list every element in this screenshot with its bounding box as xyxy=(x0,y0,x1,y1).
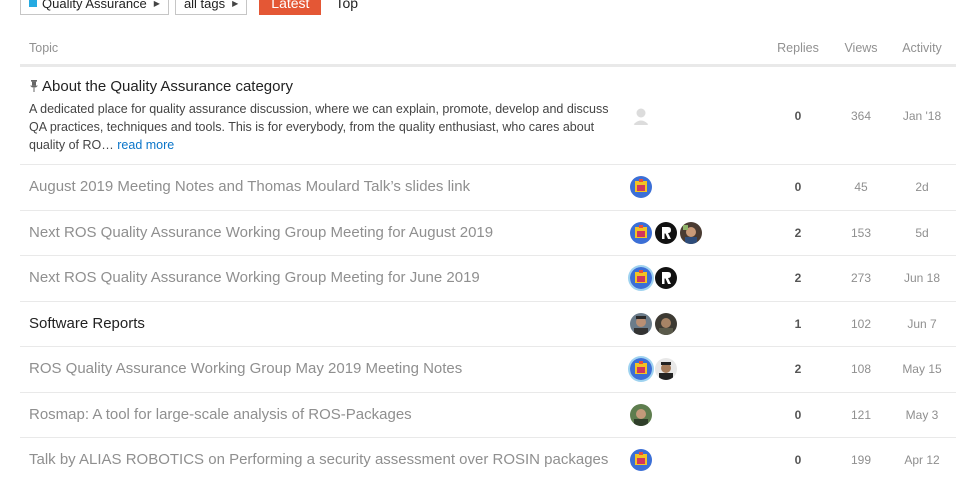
avatar[interactable] xyxy=(630,449,652,472)
caret-right-icon: ▶ xyxy=(232,0,239,8)
avatar[interactable] xyxy=(655,312,677,335)
topic-title-link[interactable]: Talk by ALIAS ROBOTICS on Performing a s… xyxy=(29,451,608,468)
replies-count: 0 xyxy=(794,453,802,468)
activity-date[interactable]: Jun 7 xyxy=(888,317,956,331)
topic-title-link[interactable]: Software Reports xyxy=(29,315,145,332)
posters-cell xyxy=(630,176,762,199)
posters-cell xyxy=(630,104,762,127)
replies-count: 0 xyxy=(794,180,802,195)
replies-count: 2 xyxy=(794,362,802,377)
topic-excerpt: A dedicated place for quality assurance … xyxy=(29,100,609,154)
topic-row: Rosmap: A tool for large-scale analysis … xyxy=(20,393,956,438)
avatar[interactable] xyxy=(630,358,652,381)
topic-cell: Talk by ALIAS ROBOTICS on Performing a s… xyxy=(20,451,630,469)
views-count: 102 xyxy=(850,316,872,331)
posters-cell xyxy=(630,312,762,335)
topic-title-link[interactable]: About the Quality Assurance category xyxy=(29,78,630,95)
avatar[interactable] xyxy=(630,176,652,199)
pin-icon xyxy=(30,80,38,92)
avatar[interactable] xyxy=(655,221,677,244)
activity-date[interactable]: Jun 18 xyxy=(888,271,956,285)
replies-count: 0 xyxy=(794,108,802,123)
topic-row-pinned: About the Quality Assurance category A d… xyxy=(20,67,956,165)
avatar[interactable] xyxy=(630,221,652,244)
posters-cell xyxy=(630,358,762,381)
replies-count: 2 xyxy=(794,271,802,286)
topic-cell: ROS Quality Assurance Working Group May … xyxy=(20,360,630,378)
activity-date[interactable]: May 3 xyxy=(888,408,956,422)
views-count: 121 xyxy=(850,407,872,422)
replies-count: 1 xyxy=(794,316,802,331)
read-more-link[interactable]: read more xyxy=(117,138,174,152)
topic-title-link[interactable]: Rosmap: A tool for large-scale analysis … xyxy=(29,406,412,423)
topic-cell: Next ROS Quality Assurance Working Group… xyxy=(20,269,630,287)
posters-cell xyxy=(630,267,762,290)
avatar[interactable] xyxy=(655,358,677,381)
avatar[interactable] xyxy=(655,267,677,290)
header-topic[interactable]: Topic xyxy=(20,41,630,55)
topic-title-link[interactable]: Next ROS Quality Assurance Working Group… xyxy=(29,224,493,241)
topic-title-link[interactable]: Next ROS Quality Assurance Working Group… xyxy=(29,269,480,286)
topic-row: Software Reports 1 102 Jun 7 xyxy=(20,302,956,347)
topic-cell: Next ROS Quality Assurance Working Group… xyxy=(20,224,630,242)
topic-row: Talk by ALIAS ROBOTICS on Performing a s… xyxy=(20,438,956,480)
views-count: 108 xyxy=(850,362,872,377)
header-replies[interactable]: Replies xyxy=(762,41,834,55)
avatar[interactable] xyxy=(630,312,652,335)
posters-cell xyxy=(630,449,762,472)
header-views[interactable]: Views xyxy=(834,41,888,55)
topic-cell: August 2019 Meeting Notes and Thomas Mou… xyxy=(20,178,630,196)
tab-top[interactable]: Top xyxy=(335,0,358,11)
activity-date[interactable]: May 15 xyxy=(888,362,956,376)
activity-date[interactable]: 2d xyxy=(888,180,956,194)
topic-row: Next ROS Quality Assurance Working Group… xyxy=(20,211,956,256)
category-dropdown-label: Quality Assurance xyxy=(42,0,147,11)
caret-right-icon: ▶ xyxy=(153,0,160,8)
views-count: 45 xyxy=(854,180,868,195)
avatar[interactable] xyxy=(630,267,652,290)
topic-excerpt-text: A dedicated place for quality assurance … xyxy=(29,101,609,152)
topic-row: Next ROS Quality Assurance Working Group… xyxy=(20,256,956,302)
tags-dropdown[interactable]: all tags ▶ xyxy=(174,0,248,15)
topic-cell: About the Quality Assurance category A d… xyxy=(20,78,630,154)
topic-title-link[interactable]: August 2019 Meeting Notes and Thomas Mou… xyxy=(29,178,470,195)
topic-row: ROS Quality Assurance Working Group May … xyxy=(20,347,956,393)
header-activity[interactable]: Activity xyxy=(888,41,956,55)
activity-date[interactable]: Apr 12 xyxy=(888,453,956,467)
activity-date[interactable]: 5d xyxy=(888,226,956,240)
posters-cell xyxy=(630,221,762,244)
topic-cell: Software Reports xyxy=(20,315,630,333)
posters-cell xyxy=(630,403,762,426)
views-count: 273 xyxy=(850,271,872,286)
tags-dropdown-label: all tags xyxy=(183,0,226,11)
category-dropdown[interactable]: Quality Assurance ▶ xyxy=(20,0,169,15)
avatar[interactable] xyxy=(630,403,652,426)
topic-list: Topic Replies Views Activity About the Q… xyxy=(20,32,956,480)
topic-title-link[interactable]: ROS Quality Assurance Working Group May … xyxy=(29,360,462,377)
tab-latest[interactable]: Latest xyxy=(259,0,322,15)
topic-cell: Rosmap: A tool for large-scale analysis … xyxy=(20,406,630,424)
views-count: 199 xyxy=(850,453,872,468)
replies-count: 0 xyxy=(794,407,802,422)
views-count: 364 xyxy=(850,108,872,123)
topic-row: August 2019 Meeting Notes and Thomas Mou… xyxy=(20,165,956,211)
topic-title-text: About the Quality Assurance category xyxy=(42,77,293,95)
category-color-swatch xyxy=(29,0,37,7)
replies-count: 2 xyxy=(794,225,802,240)
avatar[interactable] xyxy=(680,221,702,244)
avatar[interactable] xyxy=(630,104,652,127)
topic-nav-bar: Quality Assurance ▶ all tags ▶ Latest To… xyxy=(20,0,358,15)
views-count: 153 xyxy=(850,225,872,240)
activity-date[interactable]: Jan '18 xyxy=(888,109,956,123)
topic-list-header: Topic Replies Views Activity xyxy=(20,32,956,67)
